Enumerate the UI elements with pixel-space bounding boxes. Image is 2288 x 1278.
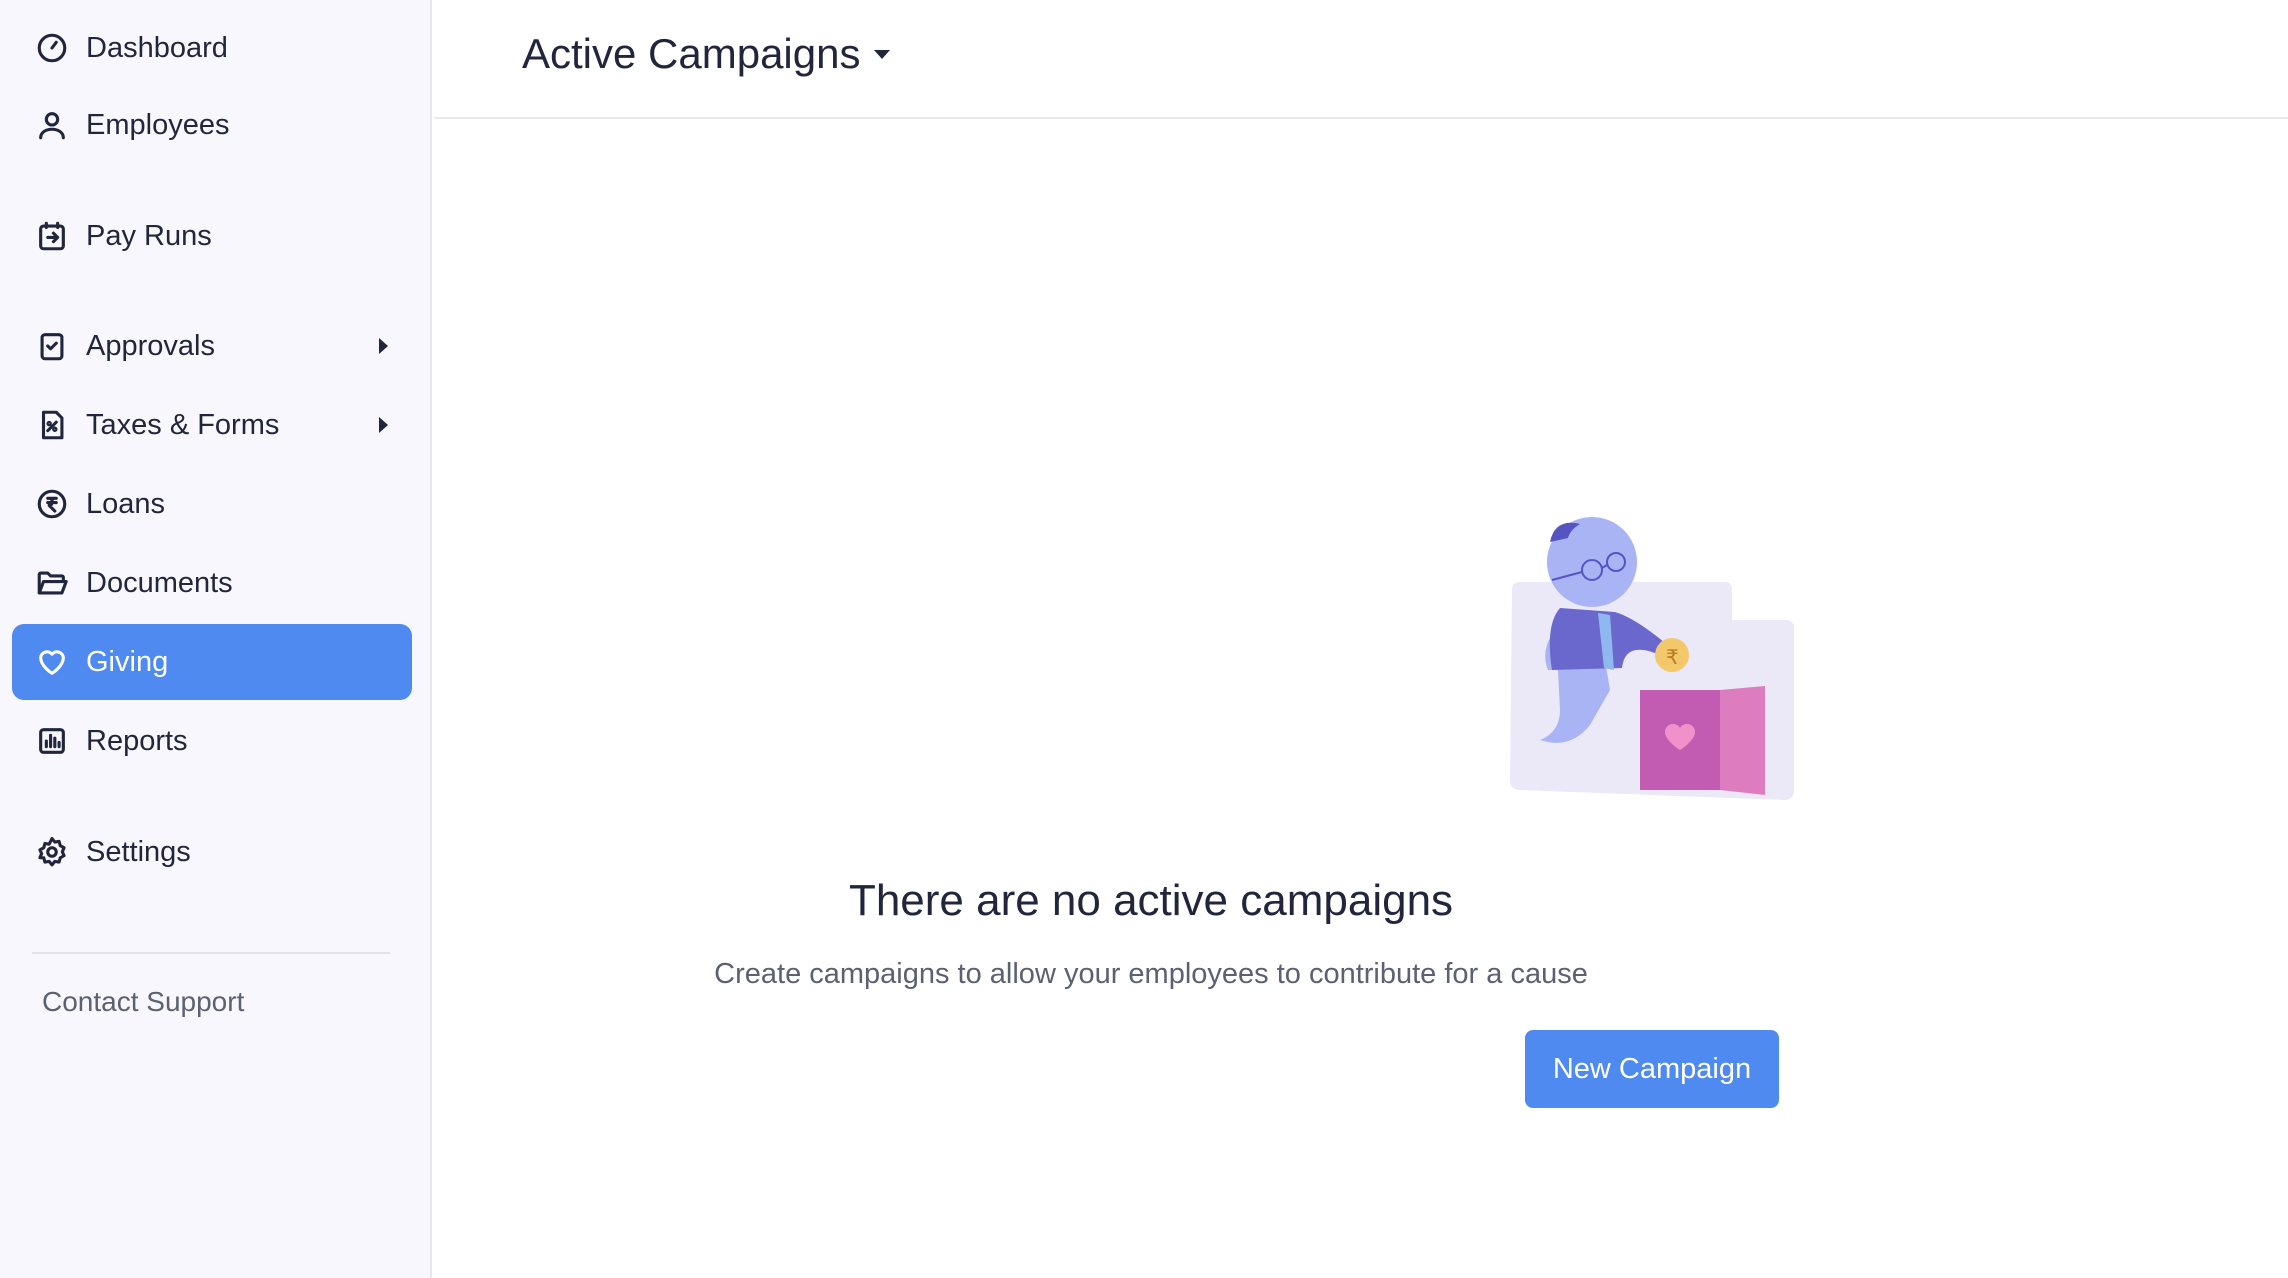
chevron-right-icon: [379, 338, 388, 354]
user-icon: [34, 107, 70, 143]
sidebar-item-label: Giving: [86, 645, 169, 678]
folder-icon: [34, 565, 70, 601]
caret-down-icon: [874, 49, 891, 59]
new-campaign-button[interactable]: New Campaign: [1525, 1030, 1779, 1108]
sidebar-item-label: Reports: [86, 724, 188, 757]
sidebar-item-label: Approvals: [86, 329, 215, 362]
sidebar-item-documents[interactable]: Documents: [12, 545, 412, 621]
approval-check-icon: [34, 328, 70, 364]
sidebar-item-label: Dashboard: [86, 31, 228, 64]
sidebar-item-approvals[interactable]: Approvals: [12, 308, 412, 384]
sidebar-item-label: Settings: [86, 835, 191, 868]
dashboard-gauge-icon: [34, 30, 70, 66]
page-header: Active Campaigns: [434, 0, 2288, 119]
contact-support-link[interactable]: Contact Support: [42, 986, 244, 1018]
campaign-filter-dropdown[interactable]: Active Campaigns: [522, 30, 891, 78]
sidebar-item-label: Loans: [86, 487, 166, 520]
sidebar-item-taxes-forms[interactable]: Taxes & Forms: [12, 387, 412, 463]
page-title: Active Campaigns: [522, 30, 861, 77]
tax-percent-icon: [34, 407, 70, 443]
sidebar-item-pay-runs[interactable]: Pay Runs: [12, 198, 412, 274]
empty-state-subtitle: Create campaigns to allow your employees…: [714, 958, 1588, 990]
sidebar-item-giving[interactable]: Giving: [12, 624, 412, 700]
pay-runs-icon: [34, 218, 70, 254]
sidebar-item-label: Employees: [86, 108, 230, 141]
sidebar-item-label: Documents: [86, 566, 233, 599]
sidebar-item-reports[interactable]: Reports: [12, 703, 412, 779]
heart-icon: [34, 644, 70, 680]
chevron-right-icon: [379, 417, 388, 433]
bar-chart-icon: [34, 723, 70, 759]
sidebar: Dashboard Employees Pay Runs Approvals T…: [0, 0, 432, 1278]
rupee-coin-icon: [34, 486, 70, 522]
sidebar-item-settings[interactable]: Settings: [12, 814, 412, 890]
sidebar-item-loans[interactable]: Loans: [12, 466, 412, 542]
gear-icon: [34, 834, 70, 870]
sidebar-item-employees[interactable]: Employees: [12, 87, 412, 163]
svg-text:₹: ₹: [1666, 645, 1679, 669]
sidebar-divider: [32, 952, 390, 954]
empty-state-title: There are no active campaigns: [848, 876, 1454, 925]
sidebar-item-label: Pay Runs: [86, 219, 212, 252]
donation-box-illustration: ₹: [1510, 517, 1794, 800]
sidebar-item-dashboard[interactable]: Dashboard: [12, 10, 412, 86]
sidebar-item-label: Taxes & Forms: [86, 408, 280, 441]
